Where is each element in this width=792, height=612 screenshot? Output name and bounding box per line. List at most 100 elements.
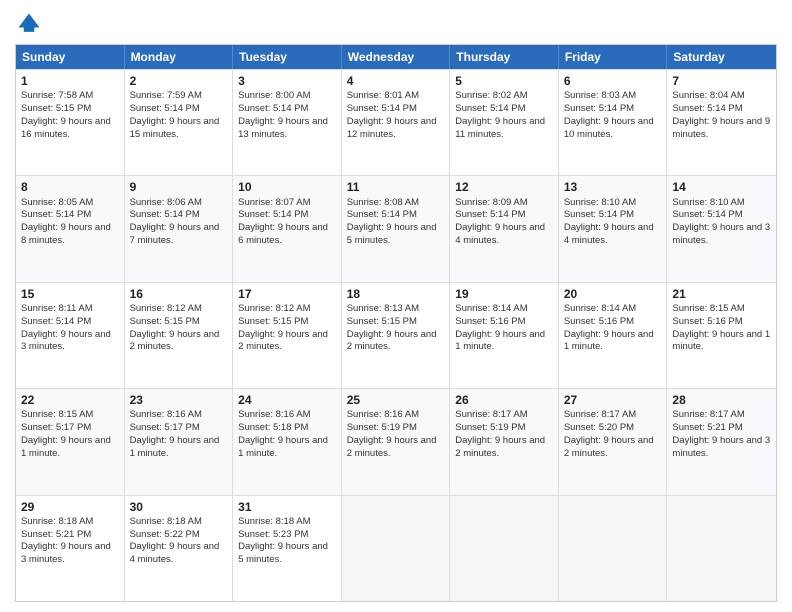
cal-cell: 15Sunrise: 8:11 AMSunset: 5:14 PMDayligh…: [16, 283, 125, 388]
daylight: Daylight: 9 hours and 7 minutes.: [130, 222, 220, 246]
sunrise: Sunrise: 8:06 AM: [130, 197, 202, 208]
day-number: 16: [130, 286, 228, 302]
sunrise: Sunrise: 7:59 AM: [130, 90, 202, 101]
sunset: Sunset: 5:21 PM: [672, 422, 742, 433]
daylight: Daylight: 9 hours and 2 minutes.: [130, 329, 220, 353]
sunset: Sunset: 5:17 PM: [130, 422, 200, 433]
day-number: 30: [130, 499, 228, 515]
cal-cell: 27Sunrise: 8:17 AMSunset: 5:20 PMDayligh…: [559, 389, 668, 494]
sunset: Sunset: 5:14 PM: [672, 209, 742, 220]
sunrise: Sunrise: 8:16 AM: [347, 409, 419, 420]
sunrise: Sunrise: 8:14 AM: [455, 303, 527, 314]
sunset: Sunset: 5:15 PM: [130, 316, 200, 327]
sunrise: Sunrise: 8:07 AM: [238, 197, 310, 208]
cal-cell: 12Sunrise: 8:09 AMSunset: 5:14 PMDayligh…: [450, 176, 559, 281]
sunset: Sunset: 5:14 PM: [455, 103, 525, 114]
sunrise: Sunrise: 8:18 AM: [21, 516, 93, 527]
day-number: 27: [564, 392, 662, 408]
daylight: Daylight: 9 hours and 5 minutes.: [347, 222, 437, 246]
daylight: Daylight: 9 hours and 2 minutes.: [455, 435, 545, 459]
daylight: Daylight: 9 hours and 4 minutes.: [455, 222, 545, 246]
daylight: Daylight: 9 hours and 1 minute.: [564, 329, 654, 353]
daylight: Daylight: 9 hours and 13 minutes.: [238, 116, 328, 140]
day-number: 26: [455, 392, 553, 408]
cal-cell: 14Sunrise: 8:10 AMSunset: 5:14 PMDayligh…: [667, 176, 776, 281]
day-header-sunday: Sunday: [16, 45, 125, 69]
daylight: Daylight: 9 hours and 10 minutes.: [564, 116, 654, 140]
cal-cell: 3Sunrise: 8:00 AMSunset: 5:14 PMDaylight…: [233, 70, 342, 175]
sunrise: Sunrise: 8:16 AM: [130, 409, 202, 420]
page: SundayMondayTuesdayWednesdayThursdayFrid…: [0, 0, 792, 612]
calendar-header: SundayMondayTuesdayWednesdayThursdayFrid…: [16, 45, 776, 69]
calendar: SundayMondayTuesdayWednesdayThursdayFrid…: [15, 44, 777, 602]
daylight: Daylight: 9 hours and 1 minute.: [238, 435, 328, 459]
cal-cell: 13Sunrise: 8:10 AMSunset: 5:14 PMDayligh…: [559, 176, 668, 281]
daylight: Daylight: 9 hours and 2 minutes.: [238, 329, 328, 353]
day-number: 3: [238, 73, 336, 89]
day-number: 25: [347, 392, 445, 408]
sunset: Sunset: 5:14 PM: [347, 209, 417, 220]
sunset: Sunset: 5:14 PM: [130, 209, 200, 220]
daylight: Daylight: 9 hours and 3 minutes.: [21, 541, 111, 565]
day-number: 19: [455, 286, 553, 302]
day-header-tuesday: Tuesday: [233, 45, 342, 69]
sunset: Sunset: 5:19 PM: [347, 422, 417, 433]
sunrise: Sunrise: 8:17 AM: [455, 409, 527, 420]
daylight: Daylight: 9 hours and 4 minutes.: [564, 222, 654, 246]
sunrise: Sunrise: 8:14 AM: [564, 303, 636, 314]
sunset: Sunset: 5:20 PM: [564, 422, 634, 433]
day-number: 4: [347, 73, 445, 89]
calendar-body: 1Sunrise: 7:58 AMSunset: 5:15 PMDaylight…: [16, 69, 776, 601]
cal-cell: 17Sunrise: 8:12 AM Sunset: 5:15 PM Dayligh…: [233, 283, 342, 388]
day-header-thursday: Thursday: [450, 45, 559, 69]
sunrise: Sunrise: 8:05 AM: [21, 197, 93, 208]
daylight: Daylight: 9 hours and 11 minutes.: [455, 116, 545, 140]
sunrise: Sunrise: 8:16 AM: [238, 409, 310, 420]
sunrise: Sunrise: 8:13 AM: [347, 303, 419, 314]
sunset: Sunset: 5:14 PM: [238, 103, 308, 114]
week-row-1: 1Sunrise: 7:58 AMSunset: 5:15 PMDaylight…: [16, 69, 776, 175]
day-number: 24: [238, 392, 336, 408]
sunrise: Sunrise: 7:58 AM: [21, 90, 93, 101]
daylight: Daylight: 9 hours and 9 minutes.: [672, 116, 770, 140]
cal-cell: 28Sunrise: 8:17 AMSunset: 5:21 PMDayligh…: [667, 389, 776, 494]
cal-cell: 9Sunrise: 8:06 AMSunset: 5:14 PMDaylight…: [125, 176, 234, 281]
sunrise: Sunrise: 8:10 AM: [564, 197, 636, 208]
day-number: 10: [238, 179, 336, 195]
daylight: Daylight: 9 hours and 8 minutes.: [21, 222, 111, 246]
sunrise: Sunrise: 8:11 AM: [21, 303, 93, 314]
cal-cell: 1Sunrise: 7:58 AMSunset: 5:15 PMDaylight…: [16, 70, 125, 175]
sunrise: Sunrise: 8:12 AM: [238, 303, 310, 314]
cal-cell: [450, 496, 559, 601]
sunset: Sunset: 5:14 PM: [564, 209, 634, 220]
daylight: Daylight: 9 hours and 4 minutes.: [130, 541, 220, 565]
cal-cell: 21Sunrise: 8:15 AMSunset: 5:16 PMDayligh…: [667, 283, 776, 388]
sunset: Sunset: 5:14 PM: [347, 103, 417, 114]
sunset: Sunset: 5:14 PM: [672, 103, 742, 114]
day-number: 17: [238, 286, 336, 302]
sunrise: Sunrise: 8:08 AM: [347, 197, 419, 208]
cal-cell: 23Sunrise: 8:16 AMSunset: 5:17 PMDayligh…: [125, 389, 234, 494]
day-number: 20: [564, 286, 662, 302]
sunset: Sunset: 5:18 PM: [238, 422, 308, 433]
logo: [15, 10, 47, 38]
sunrise: Sunrise: 8:15 AM: [21, 409, 93, 420]
sunrise: Sunrise: 8:17 AM: [672, 409, 744, 420]
day-number: 29: [21, 499, 119, 515]
daylight: Daylight: 9 hours and 15 minutes.: [130, 116, 220, 140]
daylight: Daylight: 9 hours and 3 minutes.: [21, 329, 111, 353]
daylight: Daylight: 9 hours and 1 minute.: [672, 329, 770, 353]
sunset: Sunset: 5:16 PM: [455, 316, 525, 327]
daylight: Daylight: 9 hours and 3 minutes.: [672, 435, 770, 459]
day-number: 31: [238, 499, 336, 515]
day-number: 7: [672, 73, 771, 89]
cal-cell: [559, 496, 668, 601]
sunset: Sunset: 5:15 PM: [238, 316, 308, 327]
sunrise: Sunrise: 8:03 AM: [564, 90, 636, 101]
sunset: Sunset: 5:23 PM: [238, 529, 308, 540]
cal-cell: 31Sunrise: 8:18 AMSunset: 5:23 PMDayligh…: [233, 496, 342, 601]
day-header-saturday: Saturday: [667, 45, 776, 69]
sunset: Sunset: 5:19 PM: [455, 422, 525, 433]
sunset: Sunset: 5:15 PM: [21, 103, 91, 114]
day-header-friday: Friday: [559, 45, 668, 69]
